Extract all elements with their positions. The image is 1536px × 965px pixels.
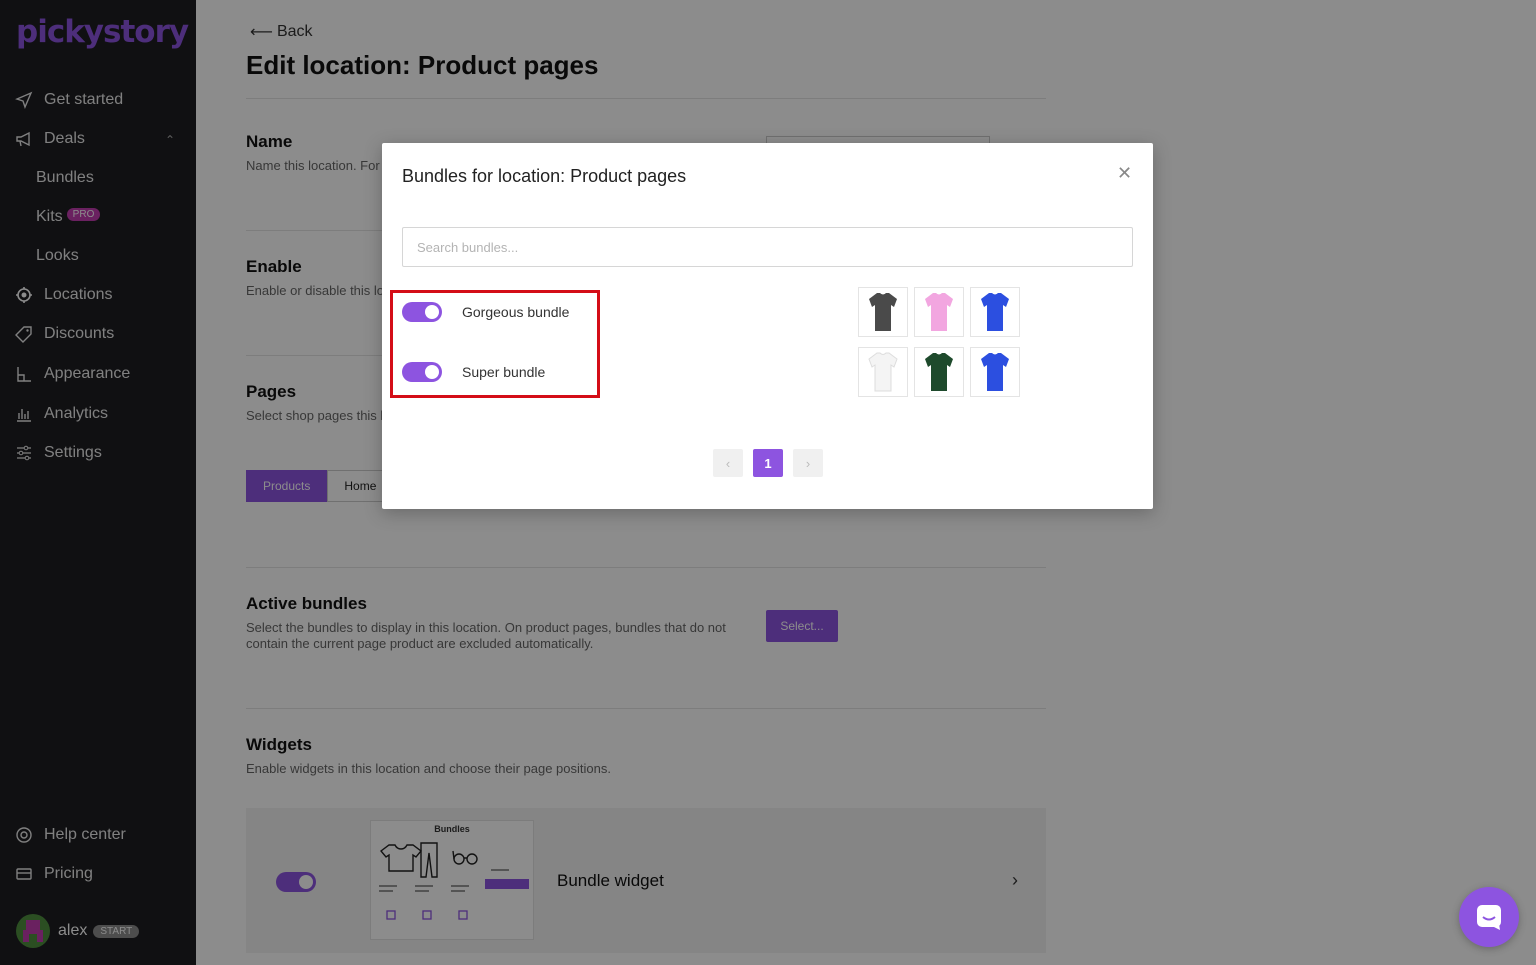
- tshirt-icon: [981, 353, 1009, 391]
- prev-page-button[interactable]: ‹: [713, 449, 743, 477]
- search-input[interactable]: [402, 227, 1133, 267]
- tshirt-icon: [869, 293, 897, 331]
- chat-launcher-button[interactable]: [1459, 887, 1519, 947]
- tshirt-icon: [925, 293, 953, 331]
- product-thumbnail[interactable]: [970, 347, 1020, 397]
- product-thumbnails: [858, 287, 1020, 397]
- product-thumbnail[interactable]: [858, 287, 908, 337]
- next-page-button[interactable]: ›: [793, 449, 823, 477]
- chat-icon: [1477, 905, 1501, 930]
- close-icon[interactable]: ✕: [1117, 164, 1132, 182]
- page-number-button[interactable]: 1: [753, 449, 783, 477]
- product-thumbnail[interactable]: [914, 347, 964, 397]
- tshirt-icon: [981, 293, 1009, 331]
- product-thumbnail[interactable]: [858, 347, 908, 397]
- tshirt-icon: [868, 352, 898, 392]
- product-thumbnail[interactable]: [970, 287, 1020, 337]
- highlight-box: [390, 290, 600, 398]
- bundles-modal: Bundles for location: Product pages ✕ Go…: [382, 143, 1153, 509]
- modal-title: Bundles for location: Product pages: [402, 166, 687, 186]
- product-thumbnail[interactable]: [914, 287, 964, 337]
- pagination: ‹ 1 ›: [713, 449, 833, 477]
- tshirt-icon: [925, 353, 953, 391]
